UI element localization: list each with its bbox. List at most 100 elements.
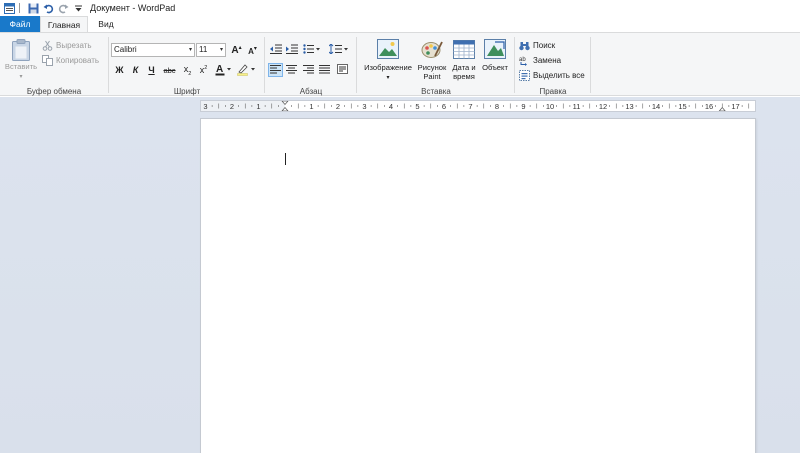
bold-button[interactable]: Ж: [112, 63, 127, 77]
ruler-label: 7: [468, 102, 472, 111]
ruler-label: 3: [362, 102, 366, 111]
ruler-label: 10: [546, 102, 554, 111]
chevron-down-icon: ▾: [188, 47, 192, 53]
insert-image-button[interactable]: Изображение ▾: [360, 39, 416, 83]
text-cursor: [285, 153, 286, 165]
ruler-label: 6: [442, 102, 446, 111]
indent-marker[interactable]: [281, 101, 289, 111]
svg-text:A: A: [216, 64, 223, 75]
paint-drawing-button[interactable]: Рисунок Paint: [416, 39, 448, 81]
ribbon: Вставить ▾ Вырезать Копировать Буфер обм…: [0, 32, 800, 96]
insert-object-button[interactable]: Объект: [479, 39, 511, 72]
justify-button[interactable]: [317, 63, 332, 77]
paragraph-settings-button[interactable]: [335, 63, 350, 77]
paste-button[interactable]: Вставить ▾: [3, 38, 39, 82]
replace-button[interactable]: ab Замена: [519, 54, 561, 67]
grow-font-icon: A▴: [231, 45, 242, 56]
align-left-button[interactable]: [268, 63, 283, 77]
group-divider: [108, 37, 109, 93]
date-time-button[interactable]: Дата и время: [449, 39, 479, 81]
chevron-down-icon: ▾: [219, 47, 223, 53]
ruler-label: 11: [573, 102, 581, 111]
editing-group: Поиск ab Замена Выделить все Правка: [516, 35, 590, 97]
title-bar: Документ - WordPad: [0, 0, 800, 16]
group-divider: [356, 37, 357, 93]
ruler-label: 1: [256, 102, 260, 111]
right-indent-marker[interactable]: [718, 106, 726, 112]
binoculars-icon: [519, 40, 530, 51]
date-time-label-line2: время: [453, 72, 475, 81]
text-color-button[interactable]: A: [214, 63, 234, 77]
highlight-color-button[interactable]: [236, 63, 258, 77]
ruler-label: 16: [705, 102, 713, 111]
object-icon: [479, 39, 511, 63]
font-size-select[interactable]: 11 ▾: [196, 43, 226, 57]
toolbar-separator: [19, 3, 20, 13]
cut-label: Вырезать: [56, 41, 92, 50]
window-title: Документ - WordPad: [90, 3, 176, 13]
strikethrough-button[interactable]: abc: [161, 63, 178, 77]
svg-text:ab: ab: [519, 57, 526, 63]
subscript-icon: x2: [183, 63, 192, 77]
italic-icon: К: [132, 65, 139, 75]
tab-file[interactable]: Файл: [0, 16, 40, 32]
superscript-button[interactable]: x2: [196, 63, 211, 77]
underline-icon: Ч: [148, 65, 155, 75]
document-workspace: [0, 115, 800, 453]
highlighter-icon: [237, 63, 257, 78]
shrink-font-icon: A▾: [248, 45, 257, 56]
group-divider: [514, 37, 515, 93]
customize-dropdown-icon[interactable]: [72, 2, 84, 14]
insert-image-label: Изображение: [364, 63, 412, 72]
paragraph-icon: [337, 64, 348, 76]
ruler-label: 3: [203, 102, 207, 111]
copy-icon: [42, 55, 53, 66]
cut-button[interactable]: Вырезать: [42, 39, 92, 52]
align-right-button[interactable]: [301, 63, 316, 77]
scissors-icon: [42, 40, 53, 51]
calendar-icon: [449, 39, 479, 63]
select-all-icon: [519, 70, 530, 81]
font-family-value: Calibri: [114, 45, 137, 54]
increase-indent-button[interactable]: [284, 43, 299, 57]
line-spacing-icon: [328, 43, 349, 56]
ruler-label: 1: [309, 102, 313, 111]
redo-icon[interactable]: [57, 2, 69, 14]
grow-font-button[interactable]: A▴: [229, 43, 244, 57]
tab-home[interactable]: Главная: [40, 16, 88, 32]
bullets-button[interactable]: [302, 43, 322, 57]
quick-access-toolbar: [0, 0, 84, 16]
italic-button[interactable]: К: [128, 63, 143, 77]
select-all-button[interactable]: Выделить все: [519, 69, 585, 82]
copy-label: Копировать: [56, 56, 100, 65]
underline-button[interactable]: Ч: [144, 63, 159, 77]
ruler-label: 17: [731, 102, 739, 111]
ruler-scale: 3 2 1 1 2 3 4 5 6 7 8 9 10 11 12 13 14 15 16 17: [203, 101, 750, 112]
find-button[interactable]: Поиск: [519, 39, 555, 52]
ruler-label: 9: [521, 102, 525, 111]
copy-button[interactable]: Копировать: [42, 54, 99, 67]
wordpad-app-icon[interactable]: [3, 2, 15, 14]
bullet-list-icon: [303, 44, 321, 56]
horizontal-ruler[interactable]: 3 2 1 1 2 3 4 5 6 7 8 9 10 11 12 13 14 15 16 17: [200, 100, 756, 112]
undo-icon[interactable]: [42, 2, 54, 14]
decrease-indent-button[interactable]: [268, 43, 283, 57]
document-page[interactable]: [200, 118, 756, 453]
shrink-font-button[interactable]: A▾: [245, 43, 260, 57]
subscript-button[interactable]: x2: [180, 63, 195, 77]
tab-view[interactable]: Вид: [88, 16, 124, 32]
replace-icon: ab: [519, 55, 530, 66]
paint-palette-icon: [416, 39, 448, 63]
line-spacing-button[interactable]: [328, 43, 350, 57]
ruler-label: 5: [415, 102, 419, 111]
save-icon[interactable]: [27, 2, 39, 14]
font-family-select[interactable]: Calibri ▾: [111, 43, 195, 57]
paragraph-group-label: Абзац: [299, 87, 323, 96]
insert-group-label: Вставка: [421, 87, 451, 96]
chevron-down-icon: ▾: [386, 75, 390, 81]
date-time-label-line1: Дата и: [452, 63, 476, 72]
bold-icon: Ж: [115, 65, 124, 75]
clipboard-icon: [3, 38, 39, 62]
align-center-button[interactable]: [284, 63, 299, 77]
group-divider: [264, 37, 265, 93]
